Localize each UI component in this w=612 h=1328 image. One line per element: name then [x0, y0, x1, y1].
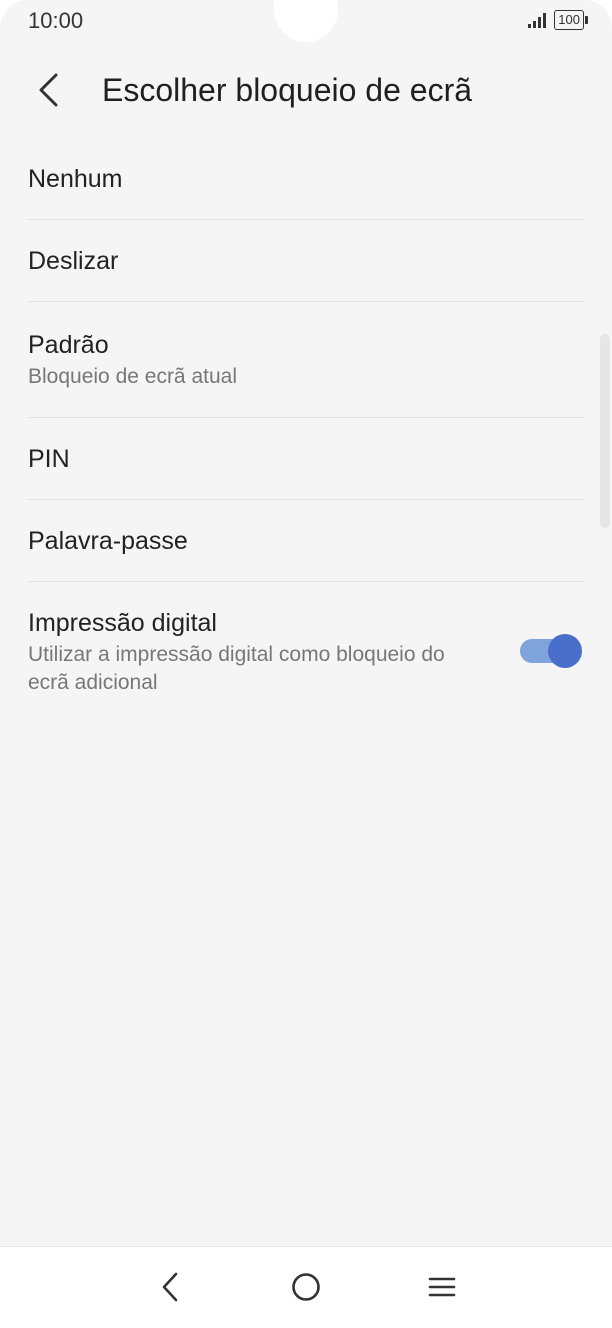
nav-recents-button[interactable]: [420, 1265, 464, 1309]
option-title: Impressão digital: [28, 609, 217, 637]
option-title: PIN: [28, 444, 70, 473]
lock-options-list: Nenhum Deslizar Padrão Bloqueio de ecrã …: [0, 138, 612, 722]
page-title: Escolher bloqueio de ecrã: [102, 72, 473, 108]
option-fingerprint[interactable]: Impressão digital Utilizar a impressão d…: [0, 582, 612, 722]
recents-menu-icon: [428, 1277, 456, 1297]
option-pattern[interactable]: Padrão Bloqueio de ecrã atual: [0, 302, 612, 418]
app-bar: Escolher bloqueio de ecrã: [0, 60, 612, 124]
status-icons: 100: [528, 10, 588, 30]
signal-icon: [528, 12, 547, 28]
option-subtitle: Bloqueio de ecrã atual: [28, 364, 237, 388]
screen: 10:00 100 Escolher bloqueio de ecrã Nenh…: [0, 0, 612, 1246]
back-button[interactable]: [28, 70, 68, 110]
option-pin[interactable]: PIN: [0, 418, 612, 500]
toggle-thumb: [548, 634, 582, 668]
nav-home-button[interactable]: [284, 1265, 328, 1309]
option-none[interactable]: Nenhum: [0, 138, 612, 220]
option-swipe[interactable]: Deslizar: [0, 220, 612, 302]
chevron-left-icon: [39, 73, 58, 107]
back-icon: [162, 1272, 178, 1302]
option-title: Palavra-passe: [28, 526, 188, 555]
fingerprint-toggle[interactable]: [520, 634, 582, 668]
scrollbar[interactable]: [600, 334, 610, 528]
option-title: Padrão: [28, 330, 109, 359]
option-title: Deslizar: [28, 246, 119, 275]
navigation-bar: [0, 1246, 612, 1328]
option-title: Nenhum: [28, 164, 123, 193]
battery-icon: 100: [554, 10, 588, 30]
camera-notch: [274, 0, 338, 42]
status-time: 10:00: [28, 8, 84, 33]
option-subtitle: Utilizar a impressão digital como bloque…: [28, 643, 445, 694]
home-icon: [292, 1273, 320, 1301]
nav-back-button[interactable]: [148, 1265, 192, 1309]
option-password[interactable]: Palavra-passe: [0, 500, 612, 582]
